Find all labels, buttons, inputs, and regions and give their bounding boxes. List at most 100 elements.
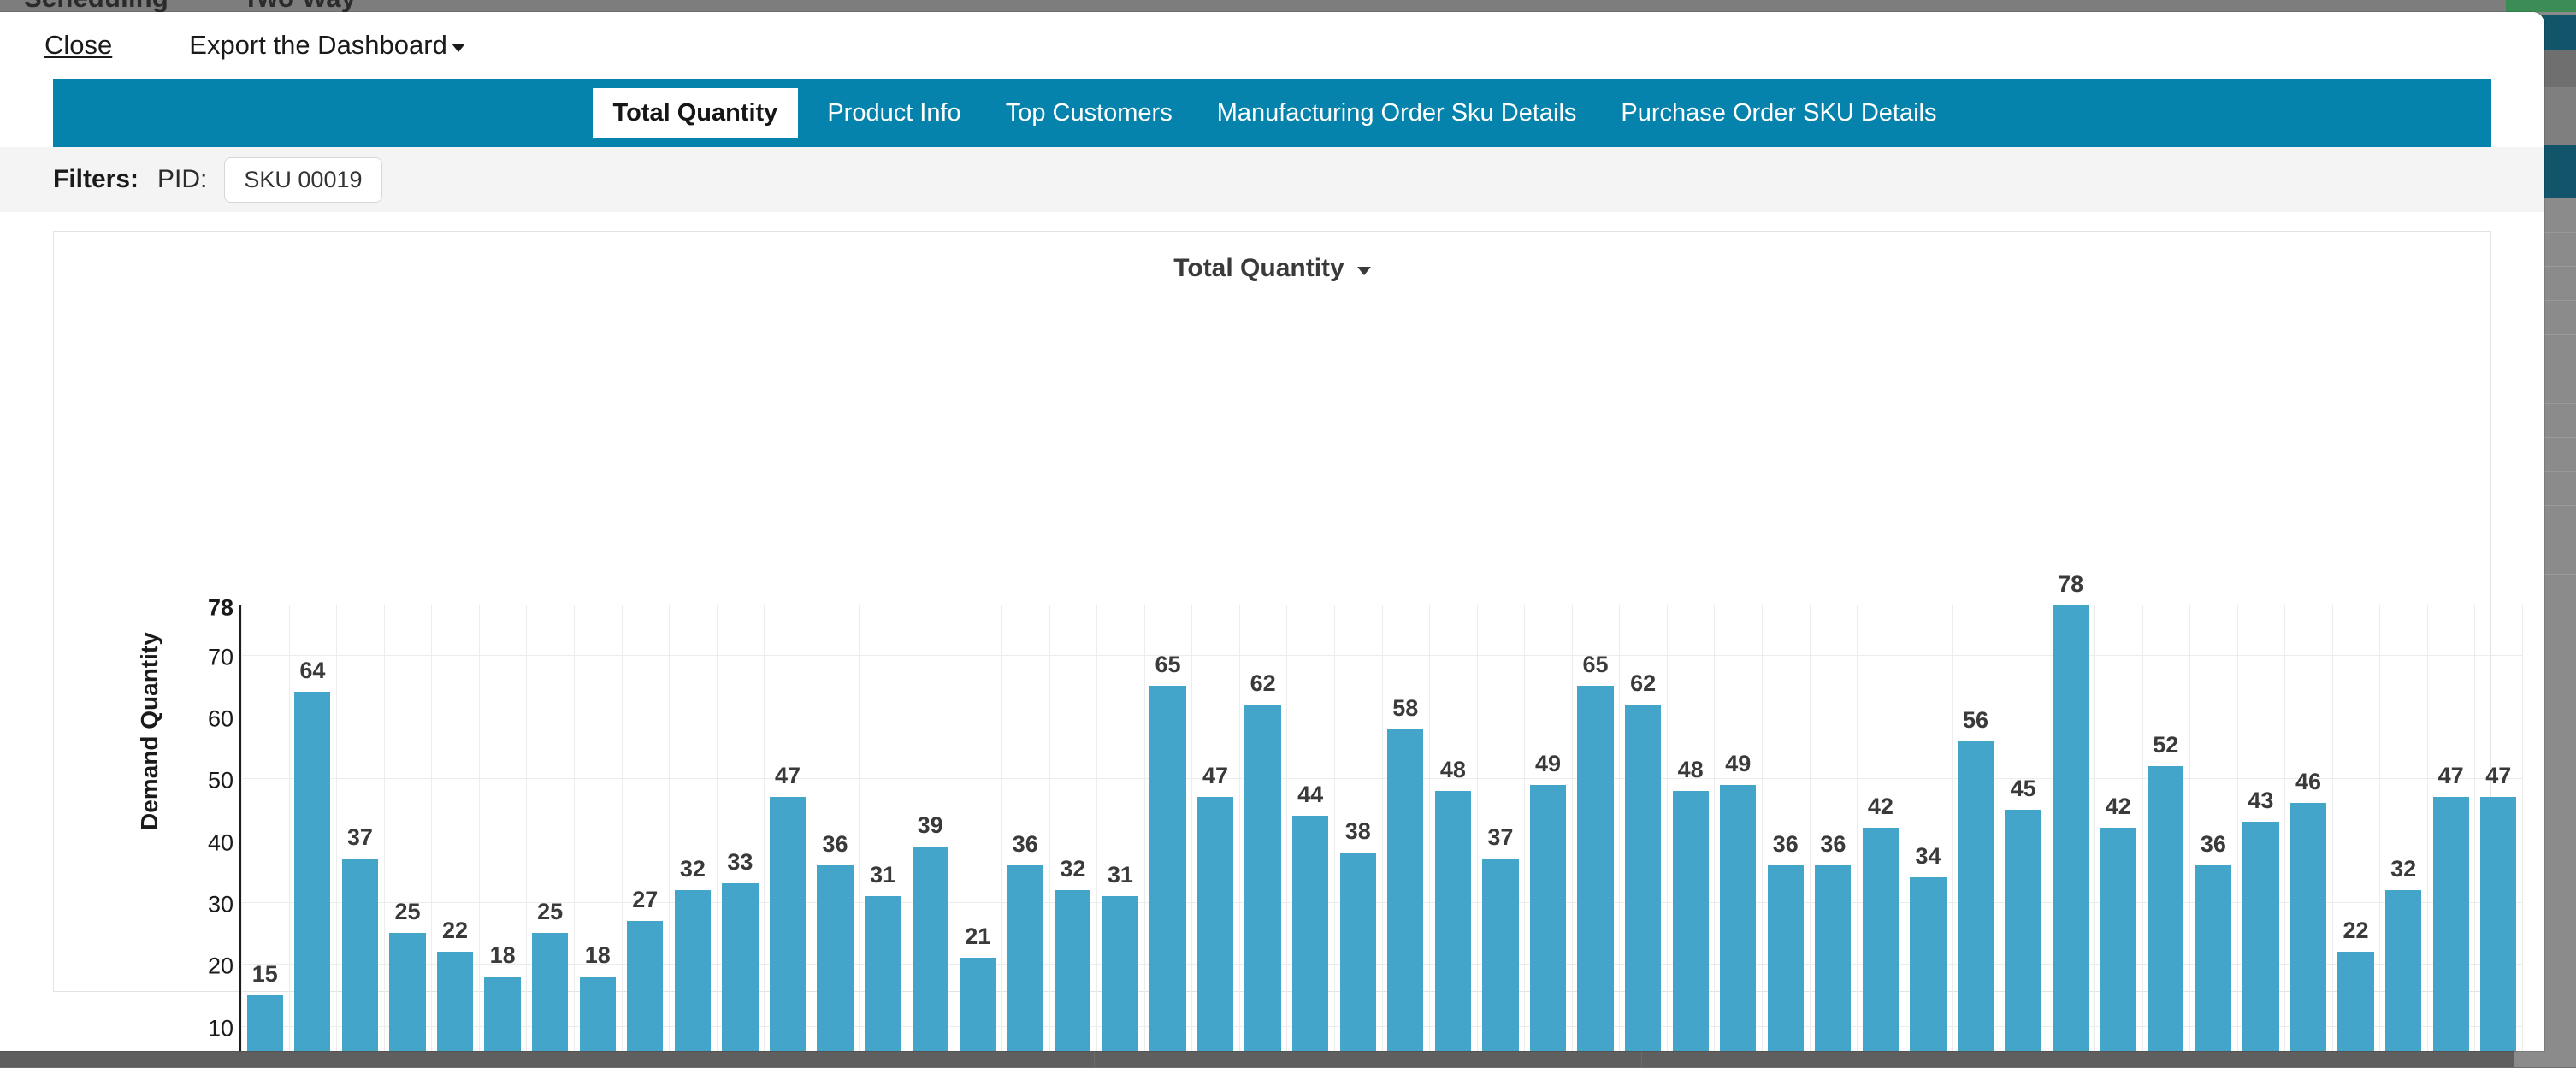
bar[interactable]: 65 xyxy=(1577,686,1613,1051)
bar-slot: 47 xyxy=(764,605,812,1051)
bar[interactable]: 38 xyxy=(1340,853,1376,1051)
bar-value-label: 42 xyxy=(2106,794,2131,820)
bar[interactable]: 37 xyxy=(1482,859,1518,1051)
bar[interactable]: 44 xyxy=(1292,816,1328,1051)
bar-slot: 65 xyxy=(1144,605,1192,1051)
bar-value-label: 36 xyxy=(2201,831,2226,858)
bar[interactable]: 39 xyxy=(913,847,948,1051)
bar-slot: 43 xyxy=(2237,605,2285,1051)
close-link[interactable]: Close xyxy=(44,30,112,61)
export-dashboard-label: Export the Dashboard xyxy=(189,30,447,61)
bar-slot: 32 xyxy=(1049,605,1097,1051)
bar[interactable]: 62 xyxy=(1244,705,1280,1051)
tab-top-customers[interactable]: Top Customers xyxy=(984,79,1195,147)
bar[interactable]: 36 xyxy=(2195,865,2231,1051)
bar[interactable]: 22 xyxy=(2337,952,2373,1051)
bar[interactable]: 64 xyxy=(294,692,330,1051)
bar-value-label: 21 xyxy=(965,923,990,950)
bar-value-label: 49 xyxy=(1725,751,1751,777)
export-dashboard-menu[interactable]: Export the Dashboard xyxy=(189,30,465,61)
bar-slot: 39 xyxy=(907,605,954,1051)
bar-slot: 25 xyxy=(526,605,574,1051)
bar[interactable]: 46 xyxy=(2290,803,2326,1051)
bar-value-label: 46 xyxy=(2295,769,2321,795)
bar[interactable]: 47 xyxy=(1197,797,1233,1051)
bar-value-label: 58 xyxy=(1392,695,1418,722)
chart-card: Total Quantity Demand Quantity 010203040… xyxy=(53,231,2491,992)
y-axis-ticks: 01020304050607078 xyxy=(157,608,233,1051)
bar-slot: 52 xyxy=(2142,605,2190,1051)
bar[interactable]: 48 xyxy=(1435,791,1471,1051)
bar[interactable]: 49 xyxy=(1530,785,1566,1051)
bar[interactable]: 62 xyxy=(1625,705,1661,1051)
bar[interactable]: 42 xyxy=(2100,828,2136,1051)
bar[interactable]: 47 xyxy=(2433,797,2469,1051)
bar[interactable]: 48 xyxy=(1673,791,1709,1051)
tab-manufacturing-order-sku-details[interactable]: Manufacturing Order Sku Details xyxy=(1195,79,1599,147)
bar-slot: 64 xyxy=(289,605,337,1051)
chevron-down-icon xyxy=(1357,267,1371,275)
bar-value-label: 15 xyxy=(252,961,278,988)
bar[interactable]: 15 xyxy=(247,995,283,1051)
bar[interactable]: 45 xyxy=(2005,810,2041,1051)
bar-slot: 31 xyxy=(859,605,907,1051)
bar[interactable]: 56 xyxy=(1958,741,1994,1051)
chart-title-label: Total Quantity xyxy=(1173,254,1344,283)
bar-slot: 47 xyxy=(2474,605,2522,1051)
bar-value-label: 33 xyxy=(727,849,753,876)
bar-value-label: 32 xyxy=(2390,856,2416,882)
bar[interactable]: 58 xyxy=(1387,729,1423,1051)
bar[interactable]: 36 xyxy=(1007,865,1043,1051)
bar[interactable]: 31 xyxy=(865,896,901,1051)
bar[interactable]: 43 xyxy=(2242,822,2278,1051)
bar[interactable]: 32 xyxy=(2385,890,2421,1051)
bar[interactable]: 18 xyxy=(484,977,520,1051)
bar[interactable]: 25 xyxy=(389,933,425,1051)
bar[interactable]: 18 xyxy=(580,977,616,1051)
bar[interactable]: 36 xyxy=(1768,865,1804,1051)
bar[interactable]: 47 xyxy=(2480,797,2516,1051)
bar-value-label: 32 xyxy=(680,856,706,882)
bar-slot: 25 xyxy=(384,605,432,1051)
bar[interactable]: 36 xyxy=(817,865,853,1051)
bar[interactable]: 22 xyxy=(437,952,473,1051)
tab-purchase-order-sku-details[interactable]: Purchase Order SKU Details xyxy=(1598,79,1959,147)
bar[interactable]: 37 xyxy=(342,859,378,1051)
bar-slot: 36 xyxy=(1001,605,1049,1051)
bar[interactable]: 78 xyxy=(2053,605,2089,1051)
bar-slot: 36 xyxy=(1810,605,1858,1051)
bar-value-label: 22 xyxy=(2343,918,2369,944)
bar-slot: 56 xyxy=(1952,605,2000,1051)
bar-value-label: 47 xyxy=(775,763,801,789)
bar[interactable]: 42 xyxy=(1863,828,1899,1051)
bar[interactable]: 47 xyxy=(770,797,806,1051)
bar[interactable]: 33 xyxy=(722,883,758,1051)
dashboard-modal: Close Export the Dashboard Total Quantit… xyxy=(0,12,2544,1051)
bar[interactable]: 31 xyxy=(1102,896,1138,1051)
bar-value-label: 48 xyxy=(1678,757,1704,783)
bar[interactable]: 32 xyxy=(1055,890,1090,1051)
bar[interactable]: 27 xyxy=(627,921,663,1051)
bar[interactable]: 25 xyxy=(532,933,568,1051)
tab-product-info[interactable]: Product Info xyxy=(805,79,983,147)
tab-total-quantity[interactable]: Total Quantity xyxy=(593,88,799,138)
bar-value-label: 78 xyxy=(2058,571,2083,598)
bar-value-label: 31 xyxy=(1108,862,1133,888)
bar-value-label: 37 xyxy=(347,824,373,851)
bar[interactable]: 34 xyxy=(1910,877,1946,1051)
bar[interactable]: 52 xyxy=(2148,766,2183,1051)
bar[interactable]: 21 xyxy=(960,958,996,1051)
bar-value-label: 49 xyxy=(1535,751,1561,777)
bar-slot: 33 xyxy=(717,605,765,1051)
bar[interactable]: 32 xyxy=(675,890,711,1051)
bar[interactable]: 49 xyxy=(1720,785,1756,1051)
bar-slot: 78 xyxy=(2047,605,2094,1051)
bar[interactable]: 65 xyxy=(1149,686,1185,1051)
pid-filter-chip[interactable]: SKU 00019 xyxy=(224,157,381,203)
bar-value-label: 36 xyxy=(1773,831,1799,858)
bar-slot: 15 xyxy=(241,605,289,1051)
bar[interactable]: 36 xyxy=(1815,865,1851,1051)
chart-title-menu[interactable]: Total Quantity xyxy=(54,232,2490,283)
bar-slot: 18 xyxy=(479,605,527,1051)
bar-value-label: 42 xyxy=(1868,794,1894,820)
